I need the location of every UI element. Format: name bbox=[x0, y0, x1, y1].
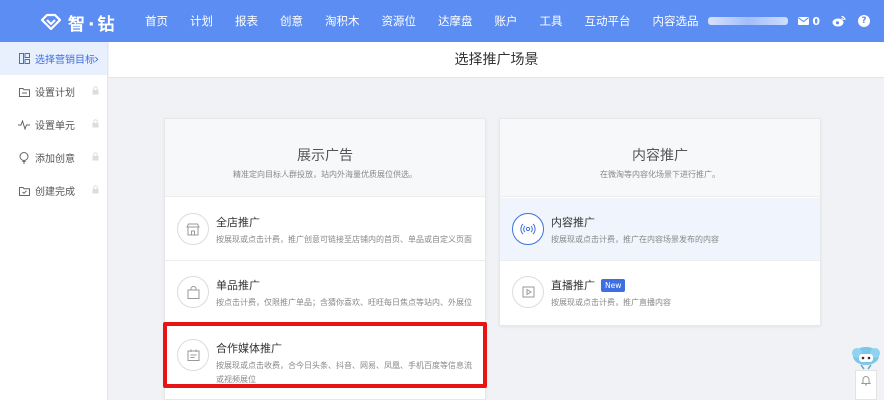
option-content[interactable]: 内容推广 按展现或点击计费，推广在内容场景发布的内容 bbox=[500, 198, 820, 261]
page-title: 选择推广场景 bbox=[109, 42, 884, 78]
broadcast-icon bbox=[512, 213, 544, 245]
option-title-text: 直播推广 bbox=[551, 279, 595, 292]
option-desc: 按展现或点击计费，推广直播内容 bbox=[551, 298, 671, 307]
option-title: 全店推广 bbox=[216, 216, 260, 229]
option-title: 单品推广 bbox=[216, 279, 260, 292]
pulse-icon bbox=[18, 119, 30, 131]
question-icon[interactable]: ? bbox=[858, 15, 870, 27]
message-count: 0 bbox=[812, 14, 820, 28]
nav-item-creative[interactable]: 创意 bbox=[269, 0, 314, 42]
display-ads-subtitle: 精准定向目标人群投放，站内外海量优质展位供选。 bbox=[233, 170, 417, 179]
display-ads-title: 展示广告 bbox=[297, 148, 353, 164]
float-toolbar bbox=[855, 370, 877, 400]
message-button[interactable]: 0 bbox=[798, 15, 820, 28]
sidebar-item-set-plan[interactable]: 设置计划 bbox=[0, 75, 107, 108]
nav-item-home[interactable]: 首页 bbox=[134, 0, 179, 42]
content-ads-header: 内容推广 在微淘等内容化场景下进行推广。 bbox=[500, 119, 820, 197]
nav-item-interactive[interactable]: 互动平台 bbox=[574, 0, 642, 42]
sidebar-item-label: 创建完成 bbox=[35, 187, 75, 198]
sidebar-item-set-unit[interactable]: 设置单元 bbox=[0, 108, 107, 141]
nav-item-report[interactable]: 报表 bbox=[224, 0, 269, 42]
option-partner-media[interactable]: 合作媒体推广 按展现或点击收费，合今日头条、抖音、网易、凤凰、手机百度等信息流或… bbox=[165, 324, 485, 400]
logo[interactable]: 智·钻 bbox=[40, 11, 118, 35]
weibo-icon[interactable] bbox=[832, 15, 846, 27]
lock-icon bbox=[92, 185, 99, 194]
store-icon bbox=[177, 213, 209, 245]
lock-icon bbox=[92, 152, 99, 161]
folder-check-icon bbox=[18, 185, 30, 197]
option-title: 合作媒体推广 bbox=[216, 342, 282, 355]
nav-item-plan[interactable]: 计划 bbox=[179, 0, 224, 42]
target-icon bbox=[18, 53, 30, 65]
logo-text: 智·钻 bbox=[68, 14, 118, 35]
top-nav: 智·钻 首页 计划 报表 创意 淘积木 资源位 达摩盘 账户 工具 互动平台 内… bbox=[0, 0, 884, 42]
option-desc: 按点击计费，仅限推广单品；含猜你喜欢、旺旺每日焦点等站内、外展位 bbox=[216, 298, 472, 307]
content-ads-title: 内容推广 bbox=[632, 148, 688, 164]
option-whole-store[interactable]: 全店推广 按展现或点击计费，推广创意可链接至店铺内的首页、单品或自定义页面 bbox=[165, 198, 485, 261]
sidebar-item-label: 选择营销目标 bbox=[35, 55, 95, 66]
content-ads-subtitle: 在微淘等内容化场景下进行推广。 bbox=[600, 170, 720, 179]
option-desc: 按展现或点击计费，推广在内容场景发布的内容 bbox=[551, 235, 719, 244]
sidebar-item-label: 添加创意 bbox=[35, 154, 75, 165]
option-single-item[interactable]: 单品推广 按点击计费，仅限推广单品；含猜你喜欢、旺旺每日焦点等站内、外展位 bbox=[165, 261, 485, 324]
display-ads-card: 展示广告 精准定向目标人群投放，站内外海量优质展位供选。 全店推广 按展现或点击… bbox=[164, 118, 486, 400]
main-menu: 首页 计划 报表 创意 淘积木 资源位 达摩盘 账户 工具 互动平台 内容选品 bbox=[134, 0, 710, 42]
nav-item-taojimu[interactable]: 淘积木 bbox=[314, 0, 371, 42]
sidebar-item-label: 设置单元 bbox=[35, 121, 75, 132]
nav-item-resource[interactable]: 资源位 bbox=[371, 0, 428, 42]
new-badge: New bbox=[601, 279, 626, 292]
lock-icon bbox=[92, 86, 99, 95]
option-desc: 按展现或点击计费，推广创意可链接至店铺内的首页、单品或自定义页面 bbox=[216, 235, 472, 244]
sidebar-item-add-creative[interactable]: 添加创意 bbox=[0, 141, 107, 174]
option-title: 内容推广 bbox=[551, 216, 595, 229]
option-title: 直播推广 New bbox=[551, 277, 626, 293]
folder-icon bbox=[18, 86, 30, 98]
display-ads-header: 展示广告 精准定向目标人群投放，站内外海量优质展位供选。 bbox=[165, 119, 485, 197]
sidebar-item-label: 设置计划 bbox=[35, 88, 75, 99]
nav-item-tools[interactable]: 工具 bbox=[529, 0, 574, 42]
bell-icon[interactable] bbox=[861, 375, 871, 386]
nav-item-account[interactable]: 账户 bbox=[484, 0, 529, 42]
sidebar: 选择营销目标 › 设置计划 设置单元 添加创意 创建完成 bbox=[0, 42, 108, 400]
diamond-logo-icon bbox=[40, 13, 62, 31]
play-icon bbox=[512, 276, 544, 308]
nav-item-content-select[interactable]: 内容选品 bbox=[642, 0, 710, 42]
content-ads-card: 内容推广 在微淘等内容化场景下进行推广。 内容推广 按展现或点击计费，推广在内容… bbox=[499, 118, 821, 326]
lock-icon bbox=[92, 119, 99, 128]
bag-icon bbox=[177, 276, 209, 308]
sidebar-item-select-goal[interactable]: 选择营销目标 › bbox=[0, 42, 107, 75]
user-name-blurred[interactable] bbox=[708, 17, 789, 25]
sidebar-item-create-done[interactable]: 创建完成 bbox=[0, 174, 107, 207]
mail-icon bbox=[798, 17, 810, 25]
option-live[interactable]: 直播推广 New 按展现或点击计费，推广直播内容 bbox=[500, 261, 820, 324]
nav-item-damopan[interactable]: 达摩盘 bbox=[427, 0, 484, 42]
assistant-robot-icon[interactable] bbox=[851, 344, 881, 370]
nav-right: 0 ? bbox=[708, 0, 870, 42]
media-list-icon bbox=[177, 339, 209, 371]
bulb-icon bbox=[18, 151, 30, 164]
chevron-right-icon: › bbox=[94, 52, 99, 66]
option-desc: 按展现或点击收费，合今日头条、抖音、网易、凤凰、手机百度等信息流或视频展位 bbox=[216, 361, 472, 384]
